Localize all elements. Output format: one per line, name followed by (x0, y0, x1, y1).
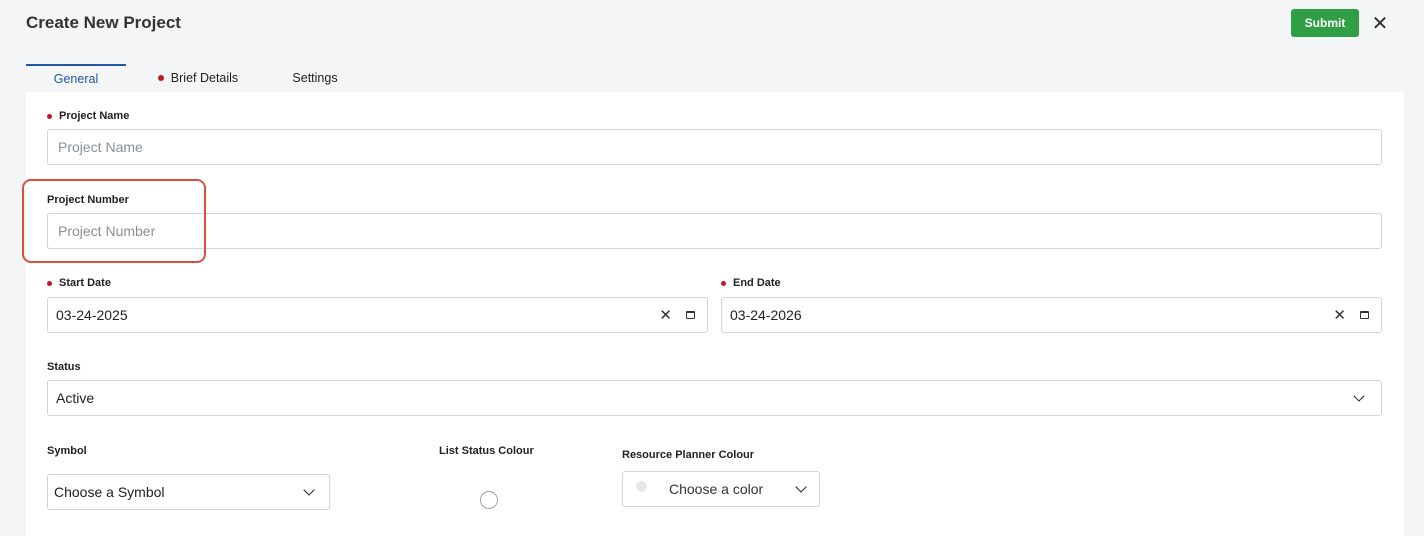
end-date-field[interactable]: 03-24-2026 ✕ (721, 297, 1382, 333)
chevron-down-icon[interactable] (1353, 390, 1365, 402)
status-value: Active (56, 390, 95, 406)
symbol-value: Choose a Symbol (54, 484, 165, 500)
list-status-colour-picker[interactable] (480, 491, 498, 509)
project-name-label: Project Name (47, 110, 129, 122)
tab-settings[interactable]: Settings (284, 64, 346, 91)
start-date-field[interactable]: 03-24-2025 ✕ (47, 297, 708, 333)
end-date-value: 03-24-2026 (730, 307, 802, 323)
project-name-label-text: Project Name (59, 110, 130, 122)
color-swatch-icon (636, 480, 647, 492)
start-date-label-text: Start Date (59, 277, 111, 289)
start-date-value: 03-24-2025 (56, 307, 128, 323)
tab-label: Settings (292, 70, 338, 85)
submit-button[interactable]: Submit (1291, 9, 1359, 37)
chevron-down-icon[interactable] (795, 481, 807, 493)
symbol-label-text: Symbol (47, 445, 87, 457)
tab-label: General (53, 71, 99, 86)
project-number-label-text: Project Number (47, 194, 129, 206)
end-date-label-text: End Date (733, 277, 781, 289)
list-status-colour-label: List Status Colour (439, 445, 534, 457)
resource-planner-colour-label-text: Resource Planner Colour (622, 449, 755, 461)
tab-brief-details[interactable]: Brief Details (148, 64, 248, 91)
resource-planner-colour-select[interactable]: Choose a color (622, 471, 820, 507)
calendar-icon[interactable] (686, 311, 695, 319)
tab-bar: General Brief Details Settings (26, 64, 1404, 92)
status-select[interactable]: Active (47, 380, 1382, 416)
list-status-colour-label-text: List Status Colour (439, 445, 534, 457)
symbol-select[interactable]: Choose a Symbol (47, 474, 330, 510)
page-title: Create New Project (26, 13, 181, 32)
close-icon[interactable]: ✕ (1369, 11, 1391, 35)
calendar-icon[interactable] (1360, 311, 1369, 319)
status-label-text: Status (47, 361, 81, 373)
resource-planner-colour-value: Choose a color (669, 481, 764, 497)
chevron-down-icon[interactable] (303, 484, 315, 496)
status-label: Status (47, 361, 81, 373)
end-date-label: End Date (721, 277, 781, 289)
required-dot-icon (721, 280, 726, 286)
resource-planner-colour-label: Resource Planner Colour (622, 449, 754, 461)
symbol-label: Symbol (47, 445, 87, 457)
required-dot-icon (47, 280, 52, 286)
project-number-label: Project Number (47, 194, 129, 206)
required-dot-icon (157, 74, 164, 81)
start-date-label: Start Date (47, 277, 111, 289)
required-dot-icon (47, 113, 52, 119)
clear-icon[interactable]: ✕ (659, 306, 672, 324)
project-number-input[interactable] (47, 213, 1382, 249)
clear-icon[interactable]: ✕ (1333, 306, 1346, 324)
tab-label: Brief Details (170, 70, 239, 85)
tab-general[interactable]: General (26, 64, 126, 91)
project-name-input[interactable] (47, 129, 1382, 165)
